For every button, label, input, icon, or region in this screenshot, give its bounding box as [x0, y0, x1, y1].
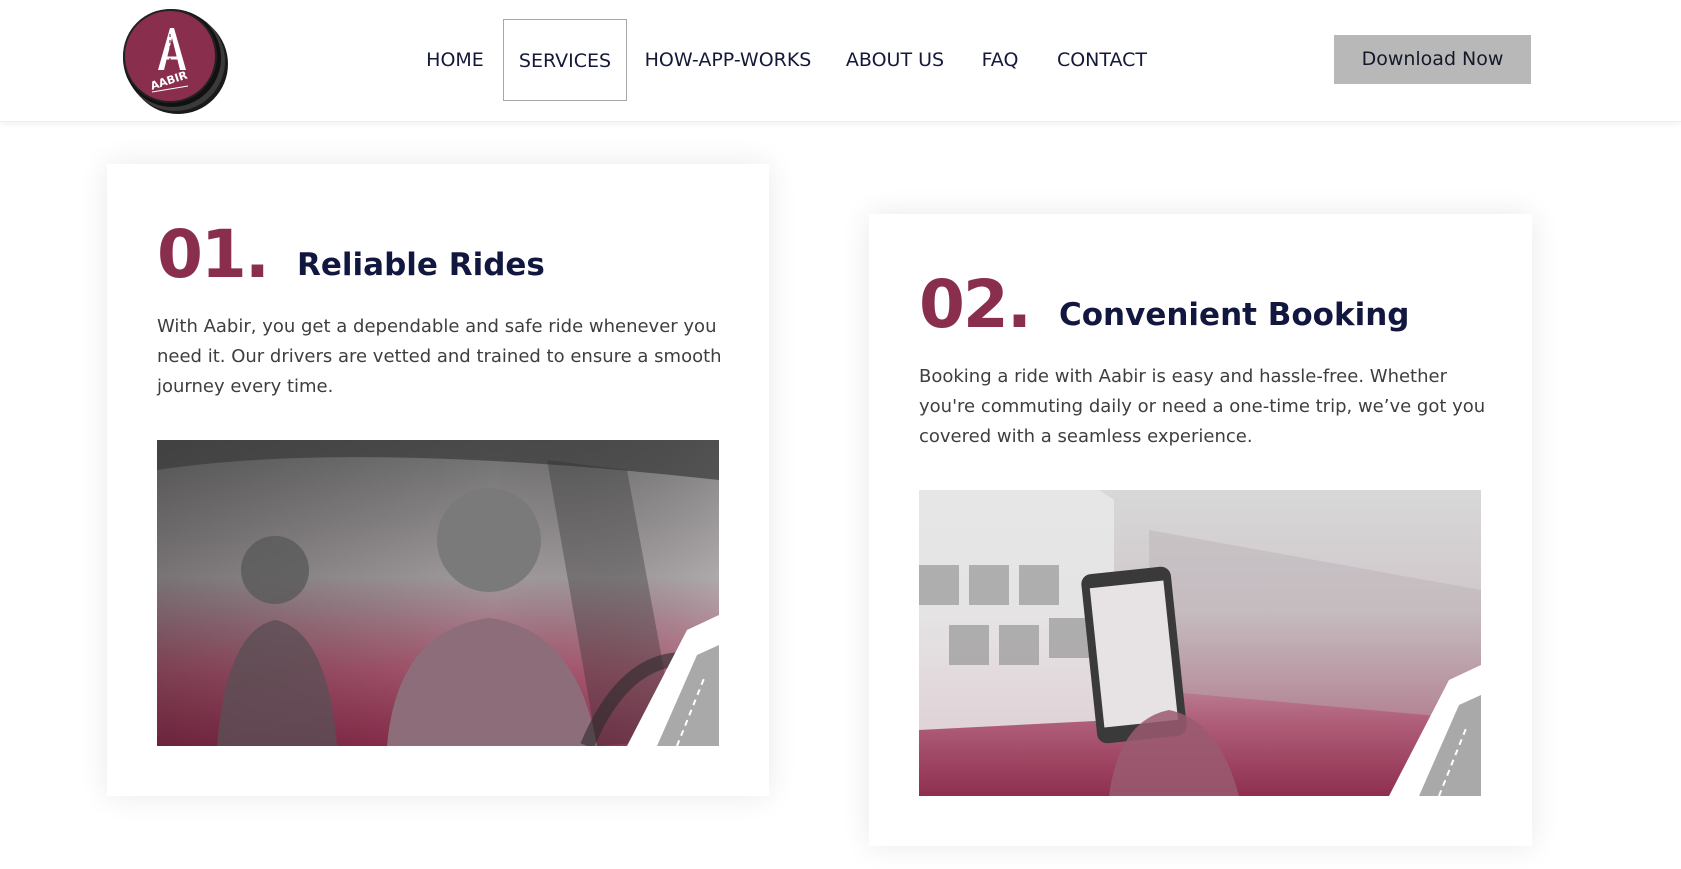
nav-item-about-us[interactable]: ABOUT US [842, 19, 948, 101]
service-title: Convenient Booking [1059, 297, 1410, 333]
service-description: Booking a ride with Aabir is easy and ha… [919, 366, 1486, 447]
nav-item-home[interactable]: HOME [416, 19, 494, 101]
service-number: 02. [919, 266, 1032, 343]
service-image-phone-booking [919, 490, 1481, 796]
service-description: With Aabir, you get a dependable and saf… [157, 316, 722, 397]
service-image-driver [157, 440, 719, 746]
site-header: AABIR HOME SERVICES HOW-APP-WORKS ABOUT … [0, 0, 1681, 122]
service-title: Reliable Rides [297, 247, 545, 283]
nav-item-faq[interactable]: FAQ [974, 19, 1026, 101]
download-now-button[interactable]: Download Now [1334, 35, 1531, 84]
nav-item-contact[interactable]: CONTACT [1052, 19, 1152, 101]
nav-item-services[interactable]: SERVICES [503, 19, 627, 101]
service-number: 01. [157, 216, 270, 293]
service-card-reliable-rides: 01. Reliable Rides With Aabir, you get a… [107, 164, 769, 796]
nav-item-how-app-works[interactable]: HOW-APP-WORKS [640, 19, 816, 101]
service-card-convenient-booking: 02. Convenient Booking Booking a ride wi… [869, 214, 1532, 846]
